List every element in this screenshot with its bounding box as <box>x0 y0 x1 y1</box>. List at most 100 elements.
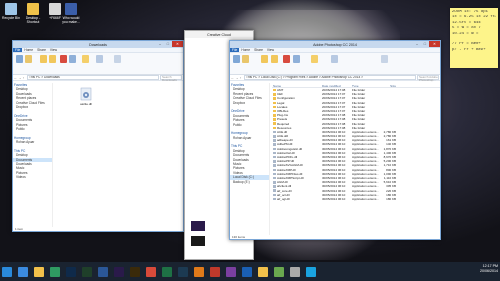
nav-item[interactable]: Videos <box>13 175 52 179</box>
column-name[interactable]: Name <box>272 84 322 87</box>
back-forward-buttons[interactable]: ← → ↑ <box>231 76 244 80</box>
start-icon <box>2 266 12 277</box>
sticky-note[interactable]: ZOOM 1x: 75 dpi 1x = 6.25 1x 22 ft2 12.5… <box>450 8 498 68</box>
taskbar: 12:17 PM 20/06/2014 <box>0 262 500 281</box>
tab-home[interactable]: Home <box>22 48 35 52</box>
select-all-button[interactable] <box>380 55 389 64</box>
folder-icon <box>273 105 276 109</box>
taskbar-button[interactable] <box>192 264 206 279</box>
dreamweaver-icon <box>82 266 92 277</box>
status-bar: 130 items <box>230 235 440 239</box>
store-icon <box>50 266 60 277</box>
tab-file[interactable]: File <box>230 48 240 52</box>
file-row[interactable]: aif_ogl.dll 30/05/2014 06:10 Application e… <box>272 197 440 201</box>
select-all-button[interactable] <box>113 55 122 64</box>
close-button[interactable]: ✕ <box>172 41 183 47</box>
column-type[interactable]: Type <box>352 84 380 87</box>
taskbar-button[interactable] <box>224 264 238 279</box>
taskbar-button[interactable] <box>32 264 46 279</box>
navigation-pane: Favorites Desktop Recent places Creative Cl… <box>230 83 270 236</box>
file-name-cell: aif_ogl.dll <box>272 197 322 201</box>
photoshop-folder-window[interactable]: Adobe Photoshop CC 2014 – □ ✕ File Home … <box>229 40 441 240</box>
search-input[interactable]: Search Downloads <box>160 75 182 82</box>
folder-icon <box>273 122 276 125</box>
taskbar-button[interactable] <box>160 264 174 279</box>
file-date: 30/05/2014 06:10 <box>322 196 346 201</box>
rename-button[interactable] <box>292 55 301 64</box>
title-bar[interactable]: Adobe Photoshop CC 2014 – □ ✕ <box>230 41 440 48</box>
rename-button[interactable] <box>68 55 77 64</box>
title-bar[interactable]: Creative Cloud <box>185 31 253 38</box>
address-bar[interactable]: This PC > Local Disk (C:) > Program File… <box>244 75 416 80</box>
window-title: Creative Cloud <box>207 32 231 37</box>
tab-view[interactable]: View <box>265 48 276 52</box>
new-folder-button[interactable] <box>81 55 90 64</box>
copy-button[interactable] <box>232 55 241 64</box>
network-icon <box>290 266 300 277</box>
app-thumbnail-icon <box>191 236 205 246</box>
desktop-icon-label: Desktop - Shortcut <box>25 16 41 24</box>
tab-share[interactable]: Share <box>35 48 48 52</box>
taskbar-button[interactable] <box>128 264 142 279</box>
copy-button[interactable] <box>15 55 24 64</box>
dll-file-icon <box>273 151 276 155</box>
title-bar[interactable]: Downloads – □ ✕ <box>13 41 183 48</box>
delete-button[interactable] <box>282 55 291 64</box>
column-size[interactable]: Size <box>380 84 396 87</box>
dll-file-icon <box>273 130 276 134</box>
taskbar-button[interactable] <box>176 264 190 279</box>
taskbar-button[interactable] <box>112 264 126 279</box>
properties-button[interactable] <box>95 55 104 64</box>
column-date[interactable]: Date modified <box>322 84 352 87</box>
taskbar-button[interactable] <box>80 264 94 279</box>
properties-button[interactable] <box>330 55 339 64</box>
taskbar-button[interactable] <box>256 264 270 279</box>
taskbar-button[interactable] <box>272 264 286 279</box>
file-explorer-icon <box>34 266 44 277</box>
desktop-icon-document[interactable]: Who would you make... <box>60 3 82 24</box>
tab-share[interactable]: Share <box>252 48 265 52</box>
minimize-button[interactable]: – <box>156 41 164 47</box>
new-folder-button[interactable] <box>310 55 319 64</box>
dll-file-icon <box>273 139 276 142</box>
system-clock[interactable]: 12:17 PM 20/06/2014 <box>480 264 498 274</box>
nav-item[interactable]: Backup (E:) <box>230 180 269 184</box>
tab-home[interactable]: Home <box>239 48 252 52</box>
taskbar-button[interactable] <box>288 264 302 279</box>
copy-to-button[interactable] <box>48 55 57 64</box>
back-forward-buttons[interactable]: ← → ↑ <box>14 76 27 80</box>
file-size: 180 KB <box>386 196 396 201</box>
maximize-button[interactable]: □ <box>164 41 172 47</box>
taskbar-button[interactable] <box>304 264 318 279</box>
move-to-button[interactable] <box>260 55 269 64</box>
taskbar-button[interactable] <box>208 264 222 279</box>
maximize-button[interactable]: □ <box>421 41 429 47</box>
tab-view[interactable]: View <box>48 48 59 52</box>
close-button[interactable]: ✕ <box>429 41 440 47</box>
paste-button[interactable] <box>24 55 33 64</box>
minimize-button[interactable]: – <box>413 41 421 47</box>
taskbar-button[interactable] <box>16 264 30 279</box>
dll-file-icon <box>273 168 276 172</box>
desktop-icon-recycle-bin[interactable]: Recycle Bin <box>0 3 22 20</box>
downloads-window[interactable]: Downloads – □ ✕ File Home Share View ← →… <box>12 40 184 232</box>
folder-icon <box>273 88 276 92</box>
file-item[interactable]: aiolite.dll <box>77 87 95 106</box>
delete-button[interactable] <box>59 55 68 64</box>
taskbar-button[interactable] <box>144 264 158 279</box>
taskbar-button[interactable] <box>96 264 110 279</box>
desktop-icon-desktop-shortcut[interactable]: Desktop - Shortcut <box>22 3 44 24</box>
paste-button[interactable] <box>241 55 250 64</box>
media-player-icon <box>194 266 204 277</box>
address-bar[interactable]: This PC > Downloads <box>27 75 159 80</box>
taskbar-button[interactable] <box>240 264 254 279</box>
taskbar-button[interactable] <box>48 264 62 279</box>
copy-to-button[interactable] <box>270 55 279 64</box>
move-to-button[interactable] <box>39 55 48 64</box>
search-input[interactable]: Search Adobe Photoshop... <box>417 75 439 82</box>
desktop-icon-label: Who would you make... <box>62 16 80 24</box>
taskbar-button[interactable] <box>0 264 14 279</box>
taskbar-button[interactable] <box>64 264 78 279</box>
tab-file[interactable]: File <box>13 48 23 52</box>
folder-icon <box>273 126 276 130</box>
